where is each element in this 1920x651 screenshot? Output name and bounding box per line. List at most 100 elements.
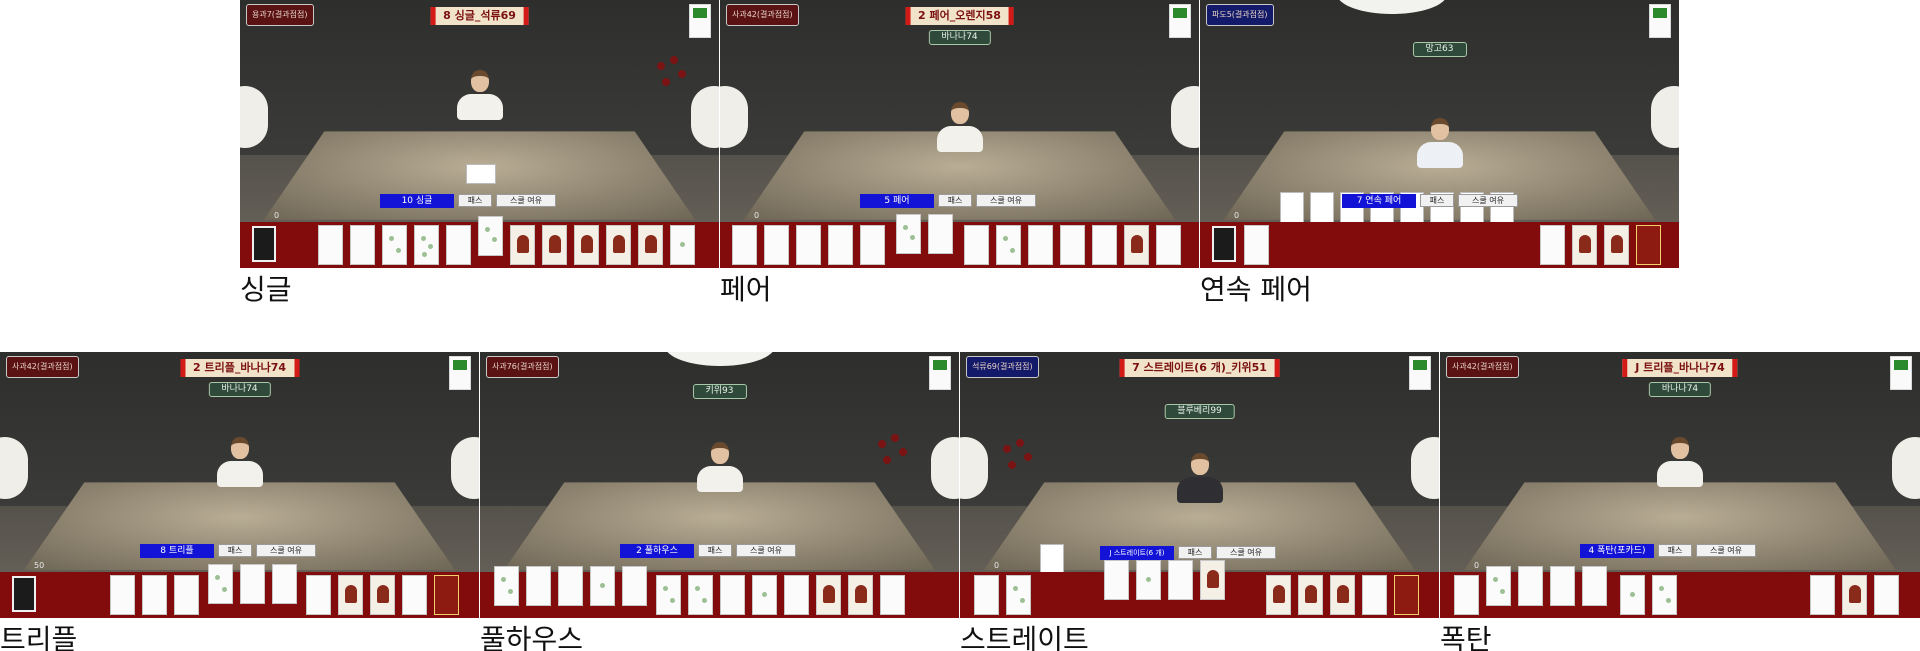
- hand-card[interactable]: [606, 225, 631, 265]
- hand-card[interactable]: [670, 225, 695, 265]
- hand-card[interactable]: [1266, 575, 1291, 615]
- hand-card[interactable]: [638, 225, 663, 265]
- play-button[interactable]: 2 풀하우스: [620, 544, 694, 558]
- card-count: 0: [994, 561, 1000, 570]
- style-button[interactable]: 스쿨 여유: [1458, 194, 1518, 207]
- hand-card[interactable]: [974, 575, 999, 615]
- hand-card[interactable]: [732, 225, 757, 265]
- hand-card[interactable]: [1156, 225, 1181, 265]
- hand-card[interactable]: [1104, 560, 1129, 600]
- hand-card[interactable]: [510, 225, 535, 265]
- hand-card[interactable]: [542, 225, 567, 265]
- pass-button[interactable]: 패스: [218, 544, 252, 557]
- style-button[interactable]: 스쿨 여유: [496, 194, 556, 207]
- hand-card[interactable]: [110, 575, 135, 615]
- hand-card[interactable]: [1582, 566, 1607, 606]
- deck-card-icon: [252, 226, 276, 262]
- hand-card[interactable]: [142, 575, 167, 615]
- hand-card[interactable]: [1842, 575, 1867, 615]
- hand-card[interactable]: [1874, 575, 1899, 615]
- hand-card[interactable]: [526, 566, 551, 606]
- hand-card[interactable]: [1028, 225, 1053, 265]
- hand-card[interactable]: [272, 564, 297, 604]
- hand-card[interactable]: [1620, 575, 1645, 615]
- hand-card[interactable]: [382, 225, 407, 265]
- hand-card[interactable]: [1006, 575, 1031, 615]
- hand-card[interactable]: [446, 225, 471, 265]
- pass-button[interactable]: 패스: [1178, 546, 1212, 559]
- hand-card[interactable]: [306, 575, 331, 615]
- hand-card[interactable]: [1330, 575, 1355, 615]
- hand-card[interactable]: [1244, 225, 1269, 265]
- pass-button[interactable]: 패스: [1658, 544, 1692, 557]
- hand-card[interactable]: [1486, 566, 1511, 606]
- hand-card[interactable]: [574, 225, 599, 265]
- hand-card[interactable]: [1454, 575, 1479, 615]
- hand-card[interactable]: [1550, 566, 1575, 606]
- hand-card[interactable]: [896, 214, 921, 254]
- hand-card[interactable]: [1168, 560, 1193, 600]
- hand-card[interactable]: [1092, 225, 1117, 265]
- hand-card[interactable]: [240, 564, 265, 604]
- hand-card[interactable]: [848, 575, 873, 615]
- hand-card[interactable]: [796, 225, 821, 265]
- hand-card[interactable]: [494, 566, 519, 606]
- style-button[interactable]: 스쿨 여유: [1696, 544, 1756, 557]
- play-button[interactable]: 10 싱글: [380, 194, 454, 208]
- hand-card[interactable]: [1124, 225, 1149, 265]
- hand-card[interactable]: [478, 216, 503, 256]
- hand-card[interactable]: [1362, 575, 1387, 615]
- hand-card[interactable]: [1604, 225, 1629, 265]
- hand-card[interactable]: [880, 575, 905, 615]
- hand-card[interactable]: [860, 225, 885, 265]
- hand-card[interactable]: [764, 225, 789, 265]
- hand-card[interactable]: [434, 575, 459, 615]
- hand-card[interactable]: [370, 575, 395, 615]
- hand-card[interactable]: [688, 575, 713, 615]
- style-button[interactable]: 스쿨 여유: [976, 194, 1036, 207]
- hand-card[interactable]: [1652, 575, 1677, 615]
- hand-card[interactable]: [402, 575, 427, 615]
- hand-card[interactable]: [1636, 225, 1661, 265]
- hand-card[interactable]: [1200, 560, 1225, 600]
- hand-card[interactable]: [590, 566, 615, 606]
- hand-card[interactable]: [338, 575, 363, 615]
- hand-card[interactable]: [414, 225, 439, 265]
- play-button[interactable]: 8 트리플: [140, 544, 214, 558]
- table-card: [466, 164, 496, 184]
- hand-card[interactable]: [784, 575, 809, 615]
- hand-card[interactable]: [828, 225, 853, 265]
- hand-card[interactable]: [1540, 225, 1565, 265]
- play-button[interactable]: 7 연속 페어: [1342, 194, 1416, 208]
- hand-card[interactable]: [720, 575, 745, 615]
- play-button[interactable]: J 스트레이트(6 개): [1100, 546, 1174, 560]
- hand-card[interactable]: [816, 575, 841, 615]
- hand-card[interactable]: [964, 225, 989, 265]
- hand-card[interactable]: [318, 225, 343, 265]
- hand-card[interactable]: [996, 225, 1021, 265]
- hand-card[interactable]: [1518, 566, 1543, 606]
- style-button[interactable]: 스쿨 여유: [1216, 546, 1276, 559]
- hand-card[interactable]: [558, 566, 583, 606]
- pass-button[interactable]: 패스: [938, 194, 972, 207]
- hand-card[interactable]: [656, 575, 681, 615]
- pass-button[interactable]: 패스: [698, 544, 732, 557]
- hand-card[interactable]: [928, 214, 953, 254]
- hand-card[interactable]: [1572, 225, 1597, 265]
- hand-card[interactable]: [1394, 575, 1419, 615]
- hand-card[interactable]: [350, 225, 375, 265]
- pass-button[interactable]: 패스: [458, 194, 492, 207]
- play-button[interactable]: 4 폭탄(포카드): [1580, 544, 1654, 558]
- hand-card[interactable]: [174, 575, 199, 615]
- hand-card[interactable]: [208, 564, 233, 604]
- style-button[interactable]: 스쿨 여유: [736, 544, 796, 557]
- style-button[interactable]: 스쿨 여유: [256, 544, 316, 557]
- pass-button[interactable]: 패스: [1420, 194, 1454, 207]
- hand-card[interactable]: [622, 566, 647, 606]
- hand-card[interactable]: [752, 575, 777, 615]
- hand-card[interactable]: [1810, 575, 1835, 615]
- hand-card[interactable]: [1060, 225, 1085, 265]
- hand-card[interactable]: [1136, 560, 1161, 600]
- play-button[interactable]: 5 페어: [860, 194, 934, 208]
- hand-card[interactable]: [1298, 575, 1323, 615]
